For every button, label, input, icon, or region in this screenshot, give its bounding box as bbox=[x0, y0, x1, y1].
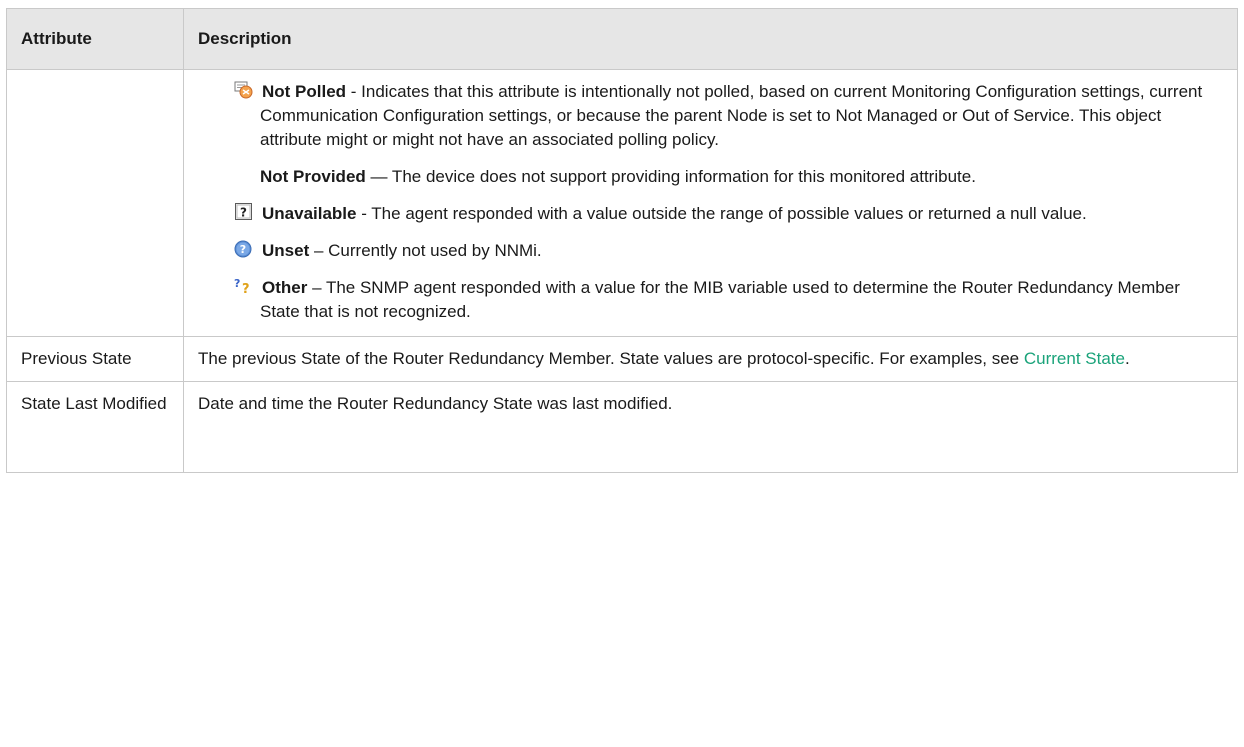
status-item-not-polled: Not Polled - Indicates that this attribu… bbox=[198, 80, 1223, 152]
attribute-cell: Previous State bbox=[6, 336, 184, 382]
status-description: - The agent responded with a value outsi… bbox=[356, 204, 1087, 223]
attribute-column-header: Attribute bbox=[6, 8, 184, 70]
status-item-other: ?? Other – The SNMP agent responded with … bbox=[198, 276, 1223, 324]
status-description: – The SNMP agent responded with a value … bbox=[260, 278, 1180, 321]
unset-icon: ? bbox=[234, 240, 254, 258]
status-label: Other bbox=[262, 278, 308, 297]
table-header-row: Attribute Description bbox=[6, 8, 1238, 70]
unavailable-icon: ? bbox=[234, 203, 254, 221]
not-polled-icon bbox=[234, 81, 254, 99]
table-row: Not Polled - Indicates that this attribu… bbox=[6, 69, 1238, 337]
status-label: Unavailable bbox=[262, 204, 357, 223]
description-cell: Date and time the Router Redundancy Stat… bbox=[183, 381, 1238, 473]
svg-text:?: ? bbox=[240, 206, 247, 220]
status-label: Unset bbox=[262, 241, 310, 260]
other-icon: ?? bbox=[234, 277, 254, 297]
status-label: Not Polled bbox=[262, 82, 347, 101]
description-column-header: Description bbox=[183, 8, 1238, 70]
status-description: – Currently not used by NNMi. bbox=[309, 241, 542, 260]
attribute-cell bbox=[6, 69, 184, 337]
attribute-table: Attribute Description Not Polled - Indic… bbox=[6, 8, 1238, 473]
svg-text:?: ? bbox=[240, 243, 246, 256]
status-item-unset: ? Unset – Currently not used by NNMi. bbox=[198, 239, 1223, 263]
status-description: — The device does not support providing … bbox=[365, 167, 976, 186]
description-text: The previous State of the Router Redunda… bbox=[198, 349, 1024, 368]
status-description: - Indicates that this attribute is inten… bbox=[260, 82, 1203, 149]
attribute-cell: State Last Modified bbox=[6, 381, 184, 473]
status-item-not-provided: Not Provided — The device does not suppo… bbox=[198, 165, 1223, 189]
table-row: Previous State The previous State of the… bbox=[6, 336, 1238, 382]
svg-text:?: ? bbox=[234, 277, 240, 290]
svg-text:?: ? bbox=[242, 282, 250, 295]
status-label: Not Provided bbox=[260, 167, 366, 186]
table-row: State Last Modified Date and time the Ro… bbox=[6, 381, 1238, 473]
description-cell: The previous State of the Router Redunda… bbox=[183, 336, 1238, 382]
description-cell: Not Polled - Indicates that this attribu… bbox=[183, 69, 1238, 337]
description-end: . bbox=[1124, 349, 1130, 368]
current-state-link[interactable]: Current State bbox=[1024, 349, 1125, 368]
status-item-unavailable: ? Unavailable - The agent responded with … bbox=[198, 202, 1223, 226]
